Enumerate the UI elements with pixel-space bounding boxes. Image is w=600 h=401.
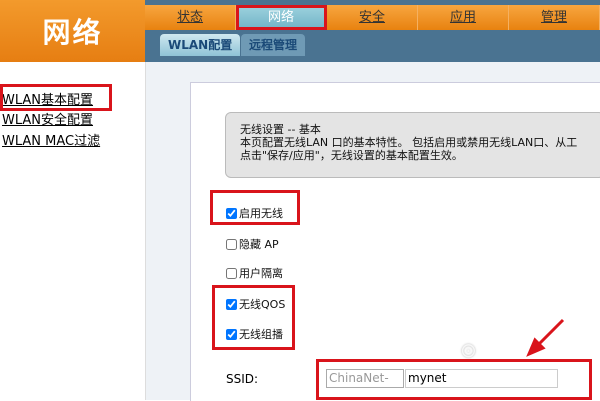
- sub-nav: WLAN配置 远程管理: [145, 30, 600, 62]
- hide-ap-checkbox[interactable]: 隐藏 AP: [226, 236, 279, 252]
- highlight-box: [212, 285, 295, 350]
- info-title: 无线设置 -- 基本: [240, 123, 321, 136]
- highlight-box: [316, 359, 592, 400]
- checkbox[interactable]: [226, 267, 237, 279]
- checkbox-label: 用户隔离: [239, 267, 283, 280]
- highlight-box: [210, 190, 300, 225]
- ssid-label: SSID:: [226, 372, 259, 386]
- sidebar: WLAN基本配置 WLAN安全配置 WLAN MAC过滤: [0, 62, 146, 400]
- main-nav: 状态 网络 安全 应用 管理: [145, 5, 600, 30]
- tab-security[interactable]: 安全: [327, 5, 418, 30]
- sidebar-item-wlan-security[interactable]: WLAN安全配置: [2, 109, 93, 128]
- info-box: 无线设置 -- 基本 本页配置无线LAN 口的基本特性。 包括启用或禁用无线LA…: [225, 112, 600, 178]
- tab-management[interactable]: 管理: [509, 5, 600, 30]
- info-line1: 本页配置无线LAN 口的基本特性。 包括启用或禁用无线LAN口、从工: [240, 136, 578, 149]
- watermark: ⊙: [460, 338, 477, 362]
- info-line2: 点击"保存/应用"，无线设置的基本配置生效。: [240, 149, 463, 162]
- highlight-box: [0, 84, 112, 111]
- user-isolation-checkbox[interactable]: 用户隔离: [226, 265, 283, 281]
- subtab-remote-management[interactable]: 远程管理: [241, 34, 306, 56]
- arrow-icon: [526, 318, 565, 357]
- tab-network[interactable]: 网络: [236, 5, 327, 30]
- tab-application[interactable]: 应用: [418, 5, 509, 30]
- checkbox[interactable]: [226, 238, 237, 250]
- tab-status[interactable]: 状态: [145, 5, 236, 30]
- sidebar-item-wlan-mac-filter[interactable]: WLAN MAC过滤: [2, 130, 100, 149]
- subtab-wlan-config[interactable]: WLAN配置: [160, 34, 241, 56]
- checkbox-label: 隐藏 AP: [239, 238, 279, 251]
- section-logo: 网络: [0, 0, 145, 62]
